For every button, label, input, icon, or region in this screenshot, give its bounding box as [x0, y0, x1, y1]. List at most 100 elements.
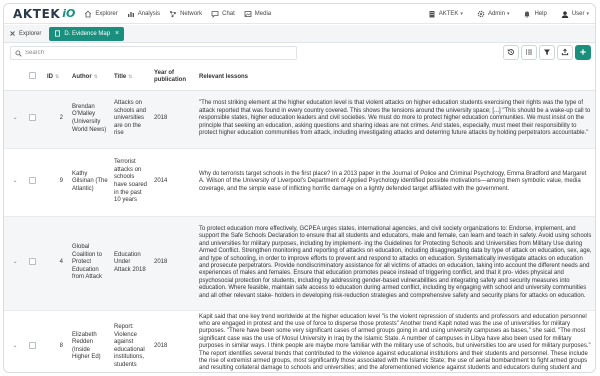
app-logo[interactable]: AKTEK iO	[13, 4, 75, 24]
history-button[interactable]	[503, 45, 519, 60]
nav-explorer-label: Explorer	[95, 10, 118, 17]
cell-title: Report: Violence against educational ins…	[111, 310, 151, 372]
table-header-row: ID ⇅ Author ⇅ Title ⇅ Year of publication R…	[4, 64, 595, 91]
cell-title: Education Under Attack 2018	[111, 216, 151, 311]
column-label: Author	[72, 73, 92, 80]
nav-media-label: Media	[254, 10, 272, 17]
search-icon	[15, 50, 22, 57]
org-switcher[interactable]: AKTEK ▾	[428, 10, 463, 18]
sort-icon[interactable]: ⇅	[55, 74, 59, 80]
user-menu[interactable]: User ▾	[561, 10, 589, 18]
column-header-lessons[interactable]: Relevant lessons	[196, 64, 595, 91]
table-row[interactable]: ⌄ 2 Brendan O'Malley (University World N…	[4, 90, 595, 149]
chevron-down-icon: ▾	[460, 11, 463, 17]
table-row[interactable]: ⌄ 8 Elizabeth Redden (Inside Higher Ed) …	[4, 310, 595, 372]
cell-year: 2018	[151, 310, 196, 372]
chevron-down-icon: ⌄	[12, 343, 18, 350]
nav-explorer[interactable]: Explorer	[84, 10, 118, 18]
cell-author: Brendan O'Malley (University World News)	[69, 90, 111, 149]
column-label: ID	[47, 73, 53, 80]
search-box[interactable]	[10, 46, 297, 60]
plus-icon	[579, 48, 587, 58]
column-label: Title	[114, 73, 127, 80]
cell-title: Attacks on schools and universities are …	[111, 90, 151, 149]
row-checkbox[interactable]	[29, 257, 36, 265]
row-select-cell[interactable]	[26, 148, 44, 217]
row-select-cell[interactable]	[26, 90, 44, 149]
media-icon	[244, 10, 252, 18]
column-label: Relevant lessons	[199, 73, 249, 80]
nav-chat[interactable]: Chat	[211, 10, 235, 18]
expand-row-button[interactable]: ⌄	[4, 310, 26, 372]
row-checkbox[interactable]	[29, 113, 36, 121]
sort-icon[interactable]: ⇅	[128, 74, 132, 80]
column-header-id[interactable]: ID ⇅	[44, 64, 69, 91]
column-header-author[interactable]: Author ⇅	[69, 64, 111, 91]
chevron-down-icon: ▾	[506, 11, 510, 17]
chat-icon	[211, 10, 219, 18]
tab-bar: Explorer D. Evidence Map ×	[4, 25, 595, 43]
row-select-cell[interactable]	[26, 216, 44, 311]
upload-icon	[561, 48, 569, 58]
table-row[interactable]: ⌄ 4 Global Coalition to Protect Educatio…	[4, 216, 595, 311]
tab-evidence-map[interactable]: D. Evidence Map ×	[49, 26, 125, 41]
list-view-button[interactable]	[521, 45, 537, 60]
cell-id: 4	[44, 216, 69, 311]
nav-network-label: Network	[180, 10, 203, 17]
user-icon	[561, 10, 569, 18]
tab-explorer[interactable]: Explorer	[4, 27, 46, 41]
row-checkbox[interactable]	[29, 341, 36, 349]
chevron-down-icon: ⌄	[12, 115, 18, 122]
nav-network[interactable]: Network	[169, 10, 202, 18]
expand-row-button[interactable]: ⌄	[4, 216, 26, 311]
chevron-down-icon: ⌄	[12, 178, 18, 185]
tab-evidence-map-label: D. Evidence Map	[64, 30, 111, 37]
history-icon	[507, 48, 515, 58]
select-all-header[interactable]	[26, 64, 44, 91]
list-icon	[525, 48, 533, 58]
help-label: Help	[534, 11, 547, 17]
chevron-down-icon: ▾	[586, 11, 589, 17]
select-all-checkbox[interactable]	[29, 72, 36, 80]
expand-row-button[interactable]: ⌄	[4, 148, 26, 217]
cell-title: Terrorist attacks on schools have soared…	[111, 148, 151, 217]
cell-year: 2018	[151, 90, 196, 149]
add-record-button[interactable]	[575, 45, 591, 60]
logo-text: AKTEK	[13, 6, 61, 21]
cell-id: 2	[44, 90, 69, 149]
toolbar	[4, 44, 595, 62]
admin-menu[interactable]: Admin ▾	[477, 10, 510, 18]
top-right-nav: AKTEK ▾ Admin ▾ Help User ▾	[414, 4, 589, 24]
cell-year: 2018	[151, 216, 196, 311]
close-icon[interactable]: ×	[115, 30, 119, 37]
nav-media[interactable]: Media	[244, 10, 271, 18]
cell-author: Global Coalition to Protect Education fr…	[69, 216, 111, 311]
document-icon	[54, 30, 61, 37]
upload-button[interactable]	[557, 45, 573, 60]
help-link[interactable]: Help	[523, 10, 547, 18]
column-header-year[interactable]: Year of publication	[151, 64, 196, 91]
column-header-title[interactable]: Title ⇅	[111, 64, 151, 91]
cell-author: Elizabeth Redden (Inside Higher Ed)	[69, 310, 111, 372]
bell-icon	[523, 10, 531, 18]
logo-suffix: iO	[62, 7, 76, 20]
search-input[interactable]	[25, 50, 285, 56]
close-icon[interactable]	[9, 30, 16, 37]
nav-analysis[interactable]: Analysis	[127, 10, 160, 18]
tab-explorer-label: Explorer	[19, 30, 42, 37]
chevron-down-icon: ⌄	[12, 259, 18, 266]
app-window: AKTEK iO Explorer Analysis Network Chat …	[3, 3, 596, 373]
home-icon	[84, 10, 92, 18]
user-label: User	[571, 11, 585, 17]
chart-icon	[127, 10, 135, 18]
evidence-table-container: ID ⇅ Author ⇅ Title ⇅ Year of publication R…	[4, 64, 595, 372]
sort-icon[interactable]: ⇅	[94, 74, 98, 80]
row-select-cell[interactable]	[26, 310, 44, 372]
cell-year: 2014	[151, 148, 196, 217]
table-row[interactable]: ⌄ 9 Kathy Gilsinan (The Atlantic) Terror…	[4, 148, 595, 217]
expand-row-button[interactable]: ⌄	[4, 90, 26, 149]
row-checkbox[interactable]	[29, 176, 36, 184]
filter-icon	[543, 48, 551, 58]
cell-id: 8	[44, 310, 69, 372]
filter-button[interactable]	[539, 45, 555, 60]
